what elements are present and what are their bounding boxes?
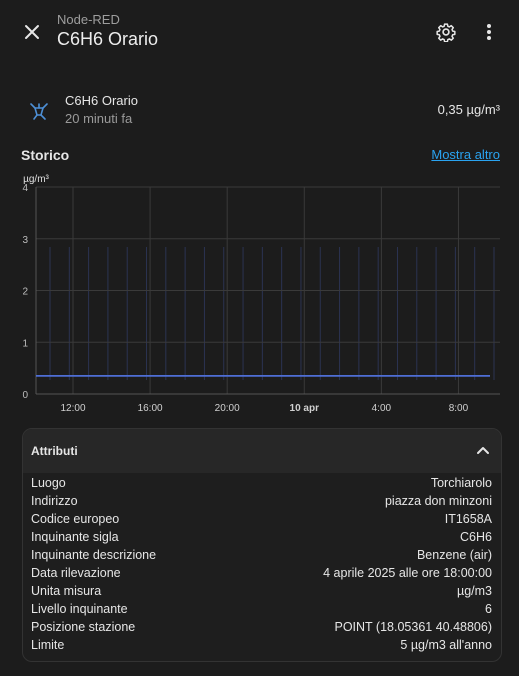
dialog-header: Node-RED C6H6 Orario bbox=[0, 0, 519, 64]
entity-last-changed: 20 minuti fa bbox=[65, 111, 133, 126]
attribute-row: Codice europeo IT1658A bbox=[31, 510, 492, 528]
history-chart[interactable]: 0 1 2 3 4 12:00 16:00 20:00 10 apr 4:00 8:00 µg/m³ bbox=[0, 170, 519, 420]
attribute-value: Benzene (air) bbox=[416, 548, 492, 562]
x-tick-label: 16:00 bbox=[138, 403, 163, 414]
x-tick-label: 10 apr bbox=[290, 403, 320, 414]
chevron-up-icon bbox=[477, 447, 489, 454]
attribute-key: Indirizzo bbox=[31, 494, 78, 508]
attribute-row: Livello inquinante 6 bbox=[31, 600, 492, 618]
attribute-value: C6H6 bbox=[460, 530, 492, 544]
more-info-dialog: Node-RED C6H6 Orario C6H6 Orario 20 minu… bbox=[0, 0, 519, 676]
entity-state: 0,35 µg/m³ bbox=[437, 102, 500, 117]
dialog-subtitle: Node-RED bbox=[57, 12, 120, 27]
attribute-row: Limite 5 µg/m3 all'anno bbox=[31, 636, 492, 654]
entity-row[interactable]: C6H6 Orario 20 minuti fa 0,35 µg/m³ bbox=[22, 88, 500, 132]
attribute-key: Unita misura bbox=[31, 584, 102, 598]
molecule-icon bbox=[30, 103, 48, 120]
entity-name: C6H6 Orario bbox=[65, 93, 138, 108]
attribute-key: Inquinante descrizione bbox=[31, 548, 157, 562]
more-options-button[interactable] bbox=[477, 20, 501, 44]
y-axis-label: µg/m³ bbox=[23, 174, 49, 185]
y-tick-label: 2 bbox=[22, 287, 28, 298]
attribute-value: 6 bbox=[485, 602, 492, 616]
dialog-title: C6H6 Orario bbox=[57, 29, 159, 49]
attribute-row: Indirizzo piazza don minzoni bbox=[31, 492, 492, 510]
show-more-link[interactable]: Mostra altro bbox=[431, 147, 500, 162]
attribute-key: Codice europeo bbox=[31, 512, 120, 526]
attribute-row: Inquinante sigla C6H6 bbox=[31, 528, 492, 546]
attributes-panel: Attributi Luogo Torchiarolo Indirizzo piazz… bbox=[22, 428, 502, 662]
x-tick-label: 8:00 bbox=[449, 403, 469, 414]
attribute-row: Unita misura µg/m3 bbox=[31, 582, 492, 600]
attribute-key: Data rilevazione bbox=[31, 566, 121, 580]
attribute-row: Posizione stazione POINT (18.05361 40.488… bbox=[31, 618, 492, 636]
gear-icon bbox=[436, 23, 456, 42]
attribute-key: Limite bbox=[31, 638, 65, 652]
attribute-value: Torchiarolo bbox=[430, 476, 492, 490]
attribute-key: Inquinante sigla bbox=[31, 530, 119, 544]
history-chart-svg: 0123412:00 16:00 20:00 10 apr 4:00 8:00µg/m³ bbox=[22, 174, 500, 414]
history-title: Storico bbox=[21, 147, 70, 163]
attribute-value: µg/m3 bbox=[457, 584, 492, 598]
settings-button[interactable] bbox=[434, 20, 458, 44]
attribute-value: 5 µg/m3 all'anno bbox=[400, 638, 492, 652]
x-tick-label: 4:00 bbox=[372, 403, 392, 414]
close-button[interactable] bbox=[18, 18, 46, 46]
attribute-key: Posizione stazione bbox=[31, 620, 136, 634]
attribute-value: piazza don minzoni bbox=[384, 494, 492, 508]
dots-vertical-icon bbox=[487, 24, 491, 40]
x-tick-label: 12:00 bbox=[60, 403, 85, 414]
attribute-key: Livello inquinante bbox=[31, 602, 128, 616]
attribute-key: Luogo bbox=[31, 476, 66, 490]
close-icon bbox=[25, 25, 39, 39]
x-tick-label: 20:00 bbox=[215, 403, 240, 414]
attribute-value: POINT (18.05361 40.48806) bbox=[334, 620, 492, 634]
attribute-value: IT1658A bbox=[444, 512, 492, 526]
y-tick-label: 1 bbox=[22, 338, 28, 349]
y-tick-label: 3 bbox=[22, 235, 28, 246]
attribute-row: Inquinante descrizione Benzene (air) bbox=[31, 546, 492, 564]
attribute-row: Data rilevazione 4 aprile 2025 alle ore 1… bbox=[31, 564, 492, 582]
y-tick-label: 0 bbox=[22, 390, 28, 401]
attribute-list: Luogo Torchiarolo Indirizzo piazza don minz… bbox=[31, 474, 492, 654]
attribute-value: 4 aprile 2025 alle ore 18:00:00 bbox=[323, 566, 492, 580]
attribute-row: Luogo Torchiarolo bbox=[31, 474, 492, 492]
attributes-title: Attributi bbox=[31, 444, 78, 458]
attributes-header[interactable]: Attributi bbox=[23, 429, 501, 473]
